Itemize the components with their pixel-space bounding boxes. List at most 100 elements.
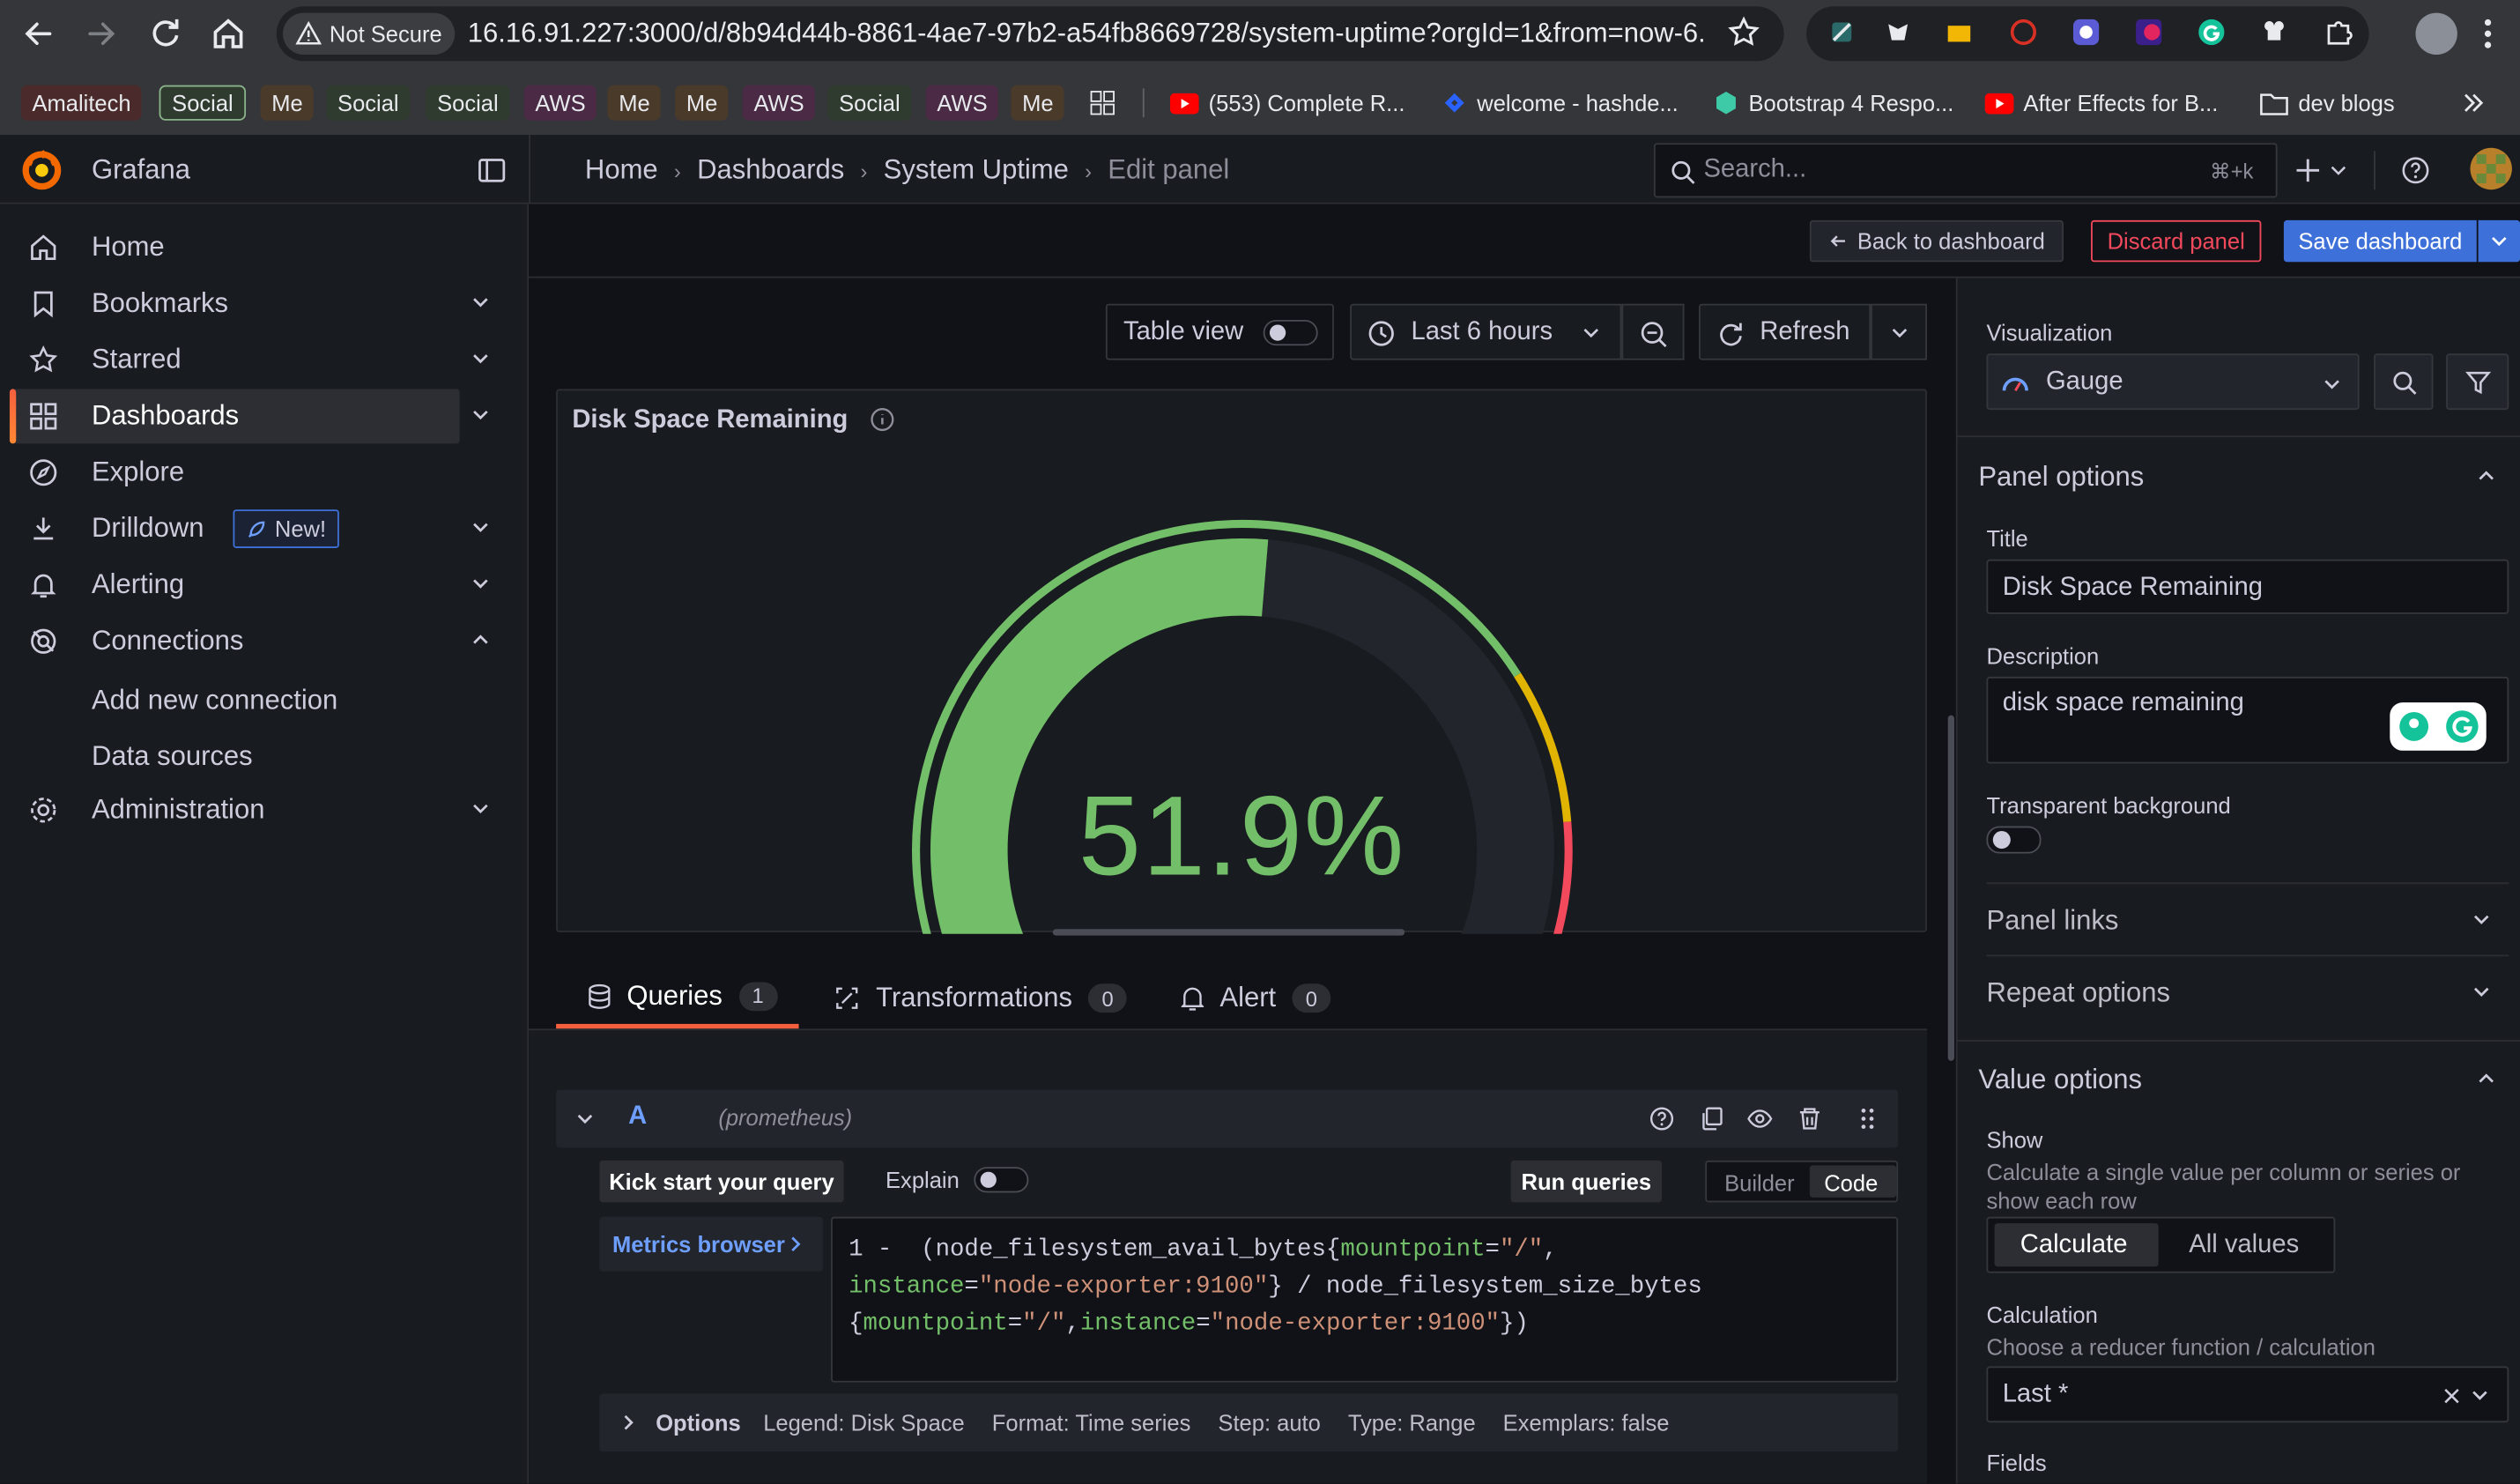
security-badge[interactable]: Not Secure (283, 12, 456, 56)
extension-fox-icon[interactable] (1884, 18, 1913, 47)
sidebar-item-bookmarks[interactable]: Bookmarks (13, 277, 488, 331)
eye-icon[interactable] (1747, 1106, 1773, 1132)
chevron-up-icon[interactable] (470, 628, 493, 651)
breadcrumb-home[interactable]: Home (585, 154, 658, 186)
time-range-picker[interactable]: Last 6 hours (1350, 303, 1622, 360)
chevron-down-icon[interactable] (470, 404, 493, 427)
query-ref-id[interactable]: A (628, 1102, 647, 1132)
bookmark-folder-amalitech[interactable]: Amalitech (20, 85, 143, 121)
grafana-logo-icon[interactable] (19, 148, 64, 193)
sidebar-item-drilldown[interactable]: Drilldown New! (13, 501, 488, 556)
sidebar-item-starred[interactable]: Starred (13, 333, 488, 388)
panel-links-header[interactable]: Panel links (1986, 884, 2509, 954)
visualization-picker[interactable]: Gauge (1986, 353, 2360, 411)
filter-button[interactable] (2446, 353, 2509, 411)
back-arrow-icon[interactable] (19, 14, 58, 53)
chevron-down-icon[interactable] (470, 516, 493, 539)
sidebar-subitem-add-new-connection[interactable]: Add new connection (92, 685, 337, 716)
pane-scrollbar[interactable] (1947, 715, 1954, 1061)
sidebar-item-home[interactable]: Home (13, 220, 460, 275)
horizontal-scrollbar[interactable] (1052, 929, 1405, 936)
bookmark-star-icon[interactable] (1728, 16, 1760, 48)
save-options-dropdown[interactable] (2478, 219, 2520, 263)
bookmark-hashnode[interactable]: welcome - hashde... (1442, 85, 1679, 121)
bookmark-folder-me[interactable]: Me (607, 85, 662, 121)
chevron-down-icon[interactable] (470, 347, 493, 370)
chevron-down-icon[interactable] (575, 1109, 595, 1129)
panel-options-header[interactable]: Panel options (1958, 437, 2520, 511)
sidebar-subitem-data-sources[interactable]: Data sources (92, 741, 253, 773)
code-mode-option[interactable]: Code (1824, 1170, 1878, 1196)
breadcrumb-system-uptime[interactable]: System Uptime (884, 154, 1069, 186)
bookmark-after-effects[interactable]: After Effects for B... (1984, 85, 2218, 121)
sidebar-item-administration[interactable]: Administration (13, 783, 488, 837)
bookmark-folder-aws[interactable]: AWS (523, 85, 597, 121)
duplicate-icon[interactable] (1699, 1106, 1724, 1132)
extension-flower-icon[interactable] (2072, 18, 2101, 47)
new-menu-button[interactable] (2295, 156, 2350, 185)
table-view-toggle[interactable]: Table view (1105, 303, 1334, 360)
grammarly-widget[interactable] (2390, 702, 2487, 751)
chevron-down-icon[interactable] (470, 798, 493, 820)
dock-menu-icon[interactable] (478, 156, 507, 185)
title-input[interactable]: Disk Space Remaining (1986, 559, 2509, 614)
tab-alert[interactable]: Alert 0 (1155, 968, 1380, 1028)
calculate-option[interactable]: Calculate (2020, 1231, 2128, 1260)
metrics-browser-button[interactable]: Metrics browser (599, 1216, 823, 1272)
trash-icon[interactable] (1797, 1106, 1822, 1132)
help-icon[interactable] (2401, 156, 2430, 185)
bookmark-bootstrap[interactable]: Bootstrap 4 Respo... (1713, 85, 1953, 121)
value-options-header[interactable]: Value options (1958, 1042, 2520, 1116)
clear-icon[interactable] (2442, 1387, 2460, 1405)
bookmark-folder-social[interactable]: Social (326, 85, 411, 121)
help-icon[interactable] (1649, 1106, 1674, 1132)
profile-avatar[interactable] (2415, 12, 2457, 56)
bookmark-folder-social[interactable]: Social (827, 85, 912, 121)
sidebar-item-connections[interactable]: Connections (13, 614, 488, 669)
bookmark-dev-blogs[interactable]: dev blogs (2260, 85, 2395, 121)
chevron-down-icon[interactable] (470, 291, 493, 314)
puzzle-icon[interactable] (2324, 18, 2353, 47)
grammarly-extension-icon[interactable] (2197, 18, 2226, 47)
kick-start-query-button[interactable]: Kick start your query (599, 1160, 844, 1203)
zoom-out-button[interactable] (1621, 303, 1685, 360)
sidebar-item-dashboards[interactable]: Dashboards (9, 389, 488, 444)
sidebar-item-alerting[interactable]: Alerting (13, 558, 488, 612)
forward-arrow-icon[interactable] (82, 14, 121, 53)
bookmark-folder-aws[interactable]: AWS (925, 85, 999, 121)
discard-panel-button[interactable]: Discard panel (2091, 219, 2262, 263)
extension-pen-icon[interactable] (1827, 18, 1857, 47)
visualization-search-button[interactable] (2374, 353, 2434, 411)
more-bookmarks-icon[interactable] (2462, 90, 2485, 115)
tab-queries[interactable]: Queries 1 (556, 968, 799, 1029)
builder-mode-option[interactable]: Builder (1724, 1170, 1795, 1196)
home-browser-icon[interactable] (209, 14, 248, 53)
extension-chef-icon[interactable] (2260, 18, 2289, 47)
transparent-background-toggle[interactable] (1986, 826, 2042, 854)
bookmark-youtube-complete[interactable]: (553) Complete R... (1169, 85, 1405, 121)
apps-grid-icon[interactable] (1090, 90, 1115, 115)
drag-handle-icon[interactable] (1855, 1106, 1880, 1132)
toggle-switch[interactable] (1263, 319, 1318, 346)
extension-circle-icon[interactable] (2009, 18, 2038, 47)
explain-toggle[interactable] (974, 1167, 1029, 1193)
calculation-select[interactable]: Last * (1986, 1366, 2509, 1423)
user-avatar[interactable] (2470, 147, 2512, 190)
tab-transformations[interactable]: Transformations 0 (799, 968, 1156, 1028)
repeat-options-header[interactable]: Repeat options (1986, 956, 2509, 1027)
browser-menu-icon[interactable] (2483, 16, 2493, 51)
description-textarea[interactable]: disk space remaining (1986, 676, 2509, 764)
save-dashboard-button[interactable]: Save dashboard (2283, 219, 2477, 263)
chevron-down-icon[interactable] (470, 572, 493, 595)
extension-media-icon[interactable] (2134, 18, 2163, 47)
bookmark-folder-me[interactable]: Me (675, 85, 730, 121)
refresh-interval-dropdown[interactable] (1871, 303, 1927, 360)
bookmark-folder-social[interactable]: Social (159, 85, 247, 121)
breadcrumb-dashboards[interactable]: Dashboards (697, 154, 844, 186)
extension-folder-icon[interactable] (1945, 18, 1974, 47)
bookmark-folder-me[interactable]: Me (1011, 85, 1065, 121)
reload-icon[interactable] (146, 14, 185, 53)
all-values-option[interactable]: All values (2189, 1231, 2299, 1260)
url-text[interactable]: 16.16.91.227:3000/d/8b94d44b-8861-4ae7-9… (468, 18, 1705, 49)
query-options-row[interactable]: Options Legend: Disk Space Format: Time … (599, 1393, 1899, 1452)
